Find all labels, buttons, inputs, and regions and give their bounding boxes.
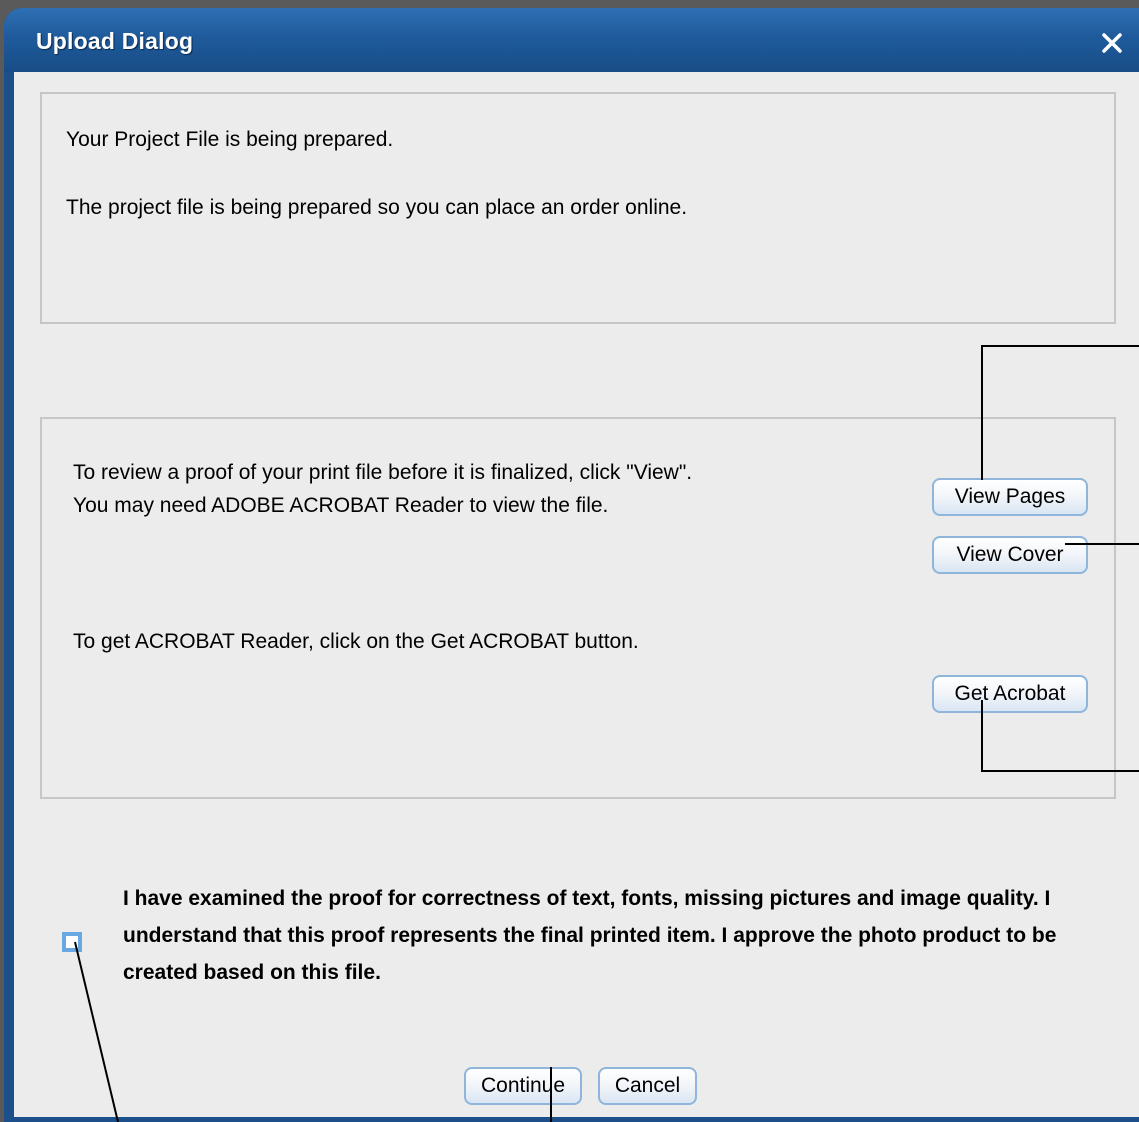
- dialog-title: Upload Dialog: [36, 28, 194, 54]
- review-panel: To review a proof of your print file bef…: [40, 417, 1116, 799]
- continue-button[interactable]: Continue: [464, 1067, 582, 1105]
- acrobat-instruction: To get ACROBAT Reader, click on the Get …: [73, 630, 639, 653]
- status-heading: Your Project File is being prepared.: [66, 128, 394, 151]
- approval-statement: I have examined the proof for correctnes…: [123, 887, 1057, 984]
- status-message: The project file is being prepared so yo…: [66, 196, 688, 219]
- title-bar: Upload Dialog: [4, 8, 1139, 72]
- view-cover-button[interactable]: View Cover: [932, 536, 1088, 574]
- review-instruction-line1: To review a proof of your print file bef…: [73, 461, 693, 484]
- dialog-body: Your Project File is being prepared. The…: [14, 72, 1139, 1117]
- approve-checkbox[interactable]: [62, 932, 82, 952]
- get-acrobat-button[interactable]: Get Acrobat: [932, 675, 1088, 713]
- view-pages-button[interactable]: View Pages: [932, 478, 1088, 516]
- review-instruction-line2: You may need ADOBE ACROBAT Reader to vie…: [73, 494, 609, 517]
- status-panel: Your Project File is being prepared. The…: [40, 92, 1116, 324]
- upload-dialog: Upload Dialog Your Project File is being…: [4, 8, 1139, 1122]
- close-icon[interactable]: [1099, 30, 1125, 56]
- cancel-button[interactable]: Cancel: [598, 1067, 697, 1105]
